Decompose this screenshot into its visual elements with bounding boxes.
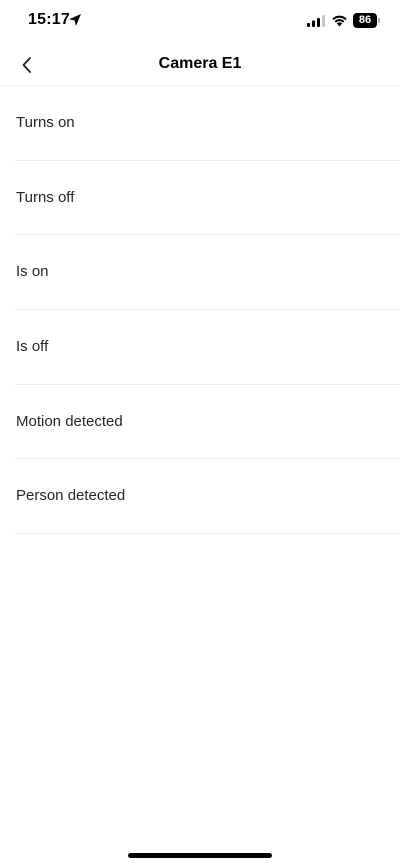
list-item-label: Motion detected bbox=[16, 412, 123, 430]
battery-indicator: 86 bbox=[353, 13, 380, 28]
status-time: 15:17 bbox=[28, 11, 70, 28]
camera-trigger-screen: 15:17 86 Camera E1 Turns on Turns off Is… bbox=[0, 0, 400, 866]
list-item-label: Turns off bbox=[16, 188, 75, 206]
battery-cap bbox=[378, 18, 380, 23]
home-indicator[interactable] bbox=[128, 853, 272, 858]
list-item-label: Is off bbox=[16, 338, 49, 356]
page-title: Camera E1 bbox=[158, 55, 242, 72]
trigger-list: Turns on Turns off Is on Is off Motion d… bbox=[0, 86, 400, 534]
status-bar: 15:17 86 bbox=[0, 0, 400, 44]
location-arrow-icon bbox=[69, 14, 81, 26]
list-item-label: Is on bbox=[16, 263, 49, 281]
list-item-is-on[interactable]: Is on bbox=[0, 235, 400, 310]
list-item-turns-on[interactable]: Turns on bbox=[0, 86, 400, 161]
list-item-is-off[interactable]: Is off bbox=[0, 310, 400, 385]
nav-bar: Camera E1 bbox=[0, 44, 400, 86]
wifi-icon bbox=[332, 15, 347, 27]
list-item-person-detected[interactable]: Person detected bbox=[0, 459, 400, 534]
battery-icon: 86 bbox=[353, 13, 377, 28]
list-item-turns-off[interactable]: Turns off bbox=[0, 161, 400, 236]
list-item-motion-detected[interactable]: Motion detected bbox=[0, 385, 400, 460]
list-item-label: Person detected bbox=[16, 487, 126, 505]
battery-level: 86 bbox=[358, 14, 372, 26]
list-item-label: Turns on bbox=[16, 114, 75, 131]
cellular-signal-icon bbox=[307, 15, 325, 27]
